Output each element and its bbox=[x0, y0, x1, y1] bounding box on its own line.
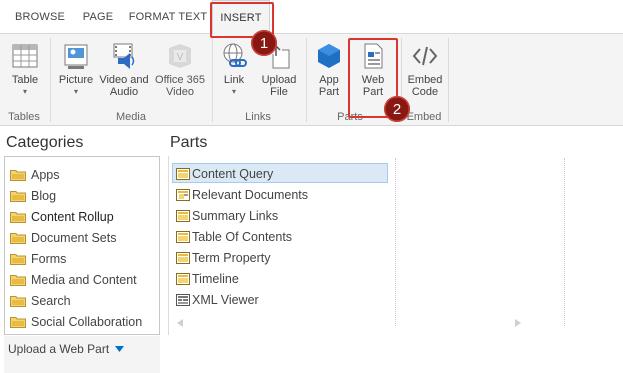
embed-code-button[interactable]: Embed Code bbox=[405, 42, 445, 98]
table-dropdown-icon: ▾ bbox=[22, 87, 27, 96]
folder-icon bbox=[10, 253, 26, 265]
group-label-embed: Embed bbox=[406, 111, 442, 123]
group-separator bbox=[212, 38, 213, 122]
category-item-search[interactable]: Search bbox=[10, 291, 71, 310]
ribbon-tabs: BROWSE PAGE FORMAT TEXT INSERT bbox=[0, 0, 623, 34]
web-part-item-icon bbox=[176, 230, 190, 243]
web-part-item-icon bbox=[176, 251, 190, 264]
tab-page[interactable]: PAGE bbox=[74, 0, 122, 34]
table-icon bbox=[12, 44, 38, 68]
picture-dropdown-icon: ▾ bbox=[73, 87, 78, 96]
part-label: Term Property bbox=[192, 250, 271, 265]
link-icon bbox=[223, 43, 247, 67]
app-part-label: App Part bbox=[318, 74, 340, 98]
folder-icon bbox=[10, 274, 26, 286]
link-label: Link bbox=[223, 74, 245, 86]
parts-heading: Parts bbox=[170, 134, 208, 151]
video-audio-label: Video and Audio bbox=[99, 74, 149, 98]
upload-bar: Upload a Web Part bbox=[4, 336, 160, 373]
upload-web-part-link[interactable]: Upload a Web Part bbox=[8, 342, 125, 356]
category-label: Social Collaboration bbox=[31, 314, 143, 329]
folder-icon bbox=[10, 169, 26, 181]
group-separator bbox=[448, 38, 449, 122]
part-item-table-of-contents[interactable]: Table Of Contents bbox=[176, 227, 292, 246]
tab-format-text[interactable]: FORMAT TEXT bbox=[124, 0, 212, 34]
group-separator bbox=[306, 38, 307, 122]
group-separator bbox=[50, 38, 51, 122]
web-part-item-icon bbox=[176, 209, 190, 222]
part-label: Relevant Documents bbox=[192, 187, 309, 202]
categories-heading: Categories bbox=[6, 134, 84, 151]
scroll-left-arrow-icon[interactable] bbox=[175, 318, 185, 328]
group-label-links: Links bbox=[245, 111, 271, 123]
callout-badge-1: 1 bbox=[251, 30, 277, 56]
table-button[interactable]: Table ▾ bbox=[8, 42, 42, 98]
embed-code-label: Embed Code bbox=[407, 74, 443, 98]
picture-label: Picture bbox=[58, 74, 94, 86]
link-button[interactable]: Link ▾ bbox=[216, 42, 252, 98]
part-item-summary-links[interactable]: Summary Links bbox=[176, 206, 278, 225]
video-audio-button[interactable]: Video and Audio bbox=[98, 42, 150, 98]
category-item-forms[interactable]: Forms bbox=[10, 249, 66, 268]
category-label: Search bbox=[31, 293, 71, 308]
web-part-item-icon bbox=[176, 272, 190, 285]
category-label: Forms bbox=[31, 251, 67, 266]
app-part-icon bbox=[318, 44, 340, 68]
category-item-apps[interactable]: Apps bbox=[10, 165, 60, 184]
part-label: Timeline bbox=[192, 271, 239, 286]
part-item-relevant-documents[interactable]: Relevant Documents bbox=[176, 185, 308, 204]
category-label: Blog bbox=[31, 188, 57, 203]
caret-down-icon bbox=[115, 346, 125, 352]
category-label: Apps bbox=[31, 167, 60, 182]
svg-text:V: V bbox=[177, 52, 184, 63]
folder-icon bbox=[10, 316, 26, 328]
picture-button[interactable]: Picture ▾ bbox=[56, 42, 96, 98]
category-item-social-collaboration[interactable]: Social Collaboration bbox=[10, 312, 142, 331]
picture-icon bbox=[64, 44, 88, 69]
folder-icon bbox=[10, 190, 26, 202]
app-part-button[interactable]: App Part bbox=[312, 42, 346, 98]
part-item-term-property[interactable]: Term Property bbox=[176, 248, 271, 267]
table-label: Table bbox=[11, 74, 39, 86]
office365-video-label: Office 365 Video bbox=[155, 74, 205, 98]
part-item-timeline[interactable]: Timeline bbox=[176, 269, 239, 288]
upload-file-label: Upload File bbox=[261, 74, 297, 98]
part-label: Summary Links bbox=[192, 208, 279, 223]
group-label-media: Media bbox=[116, 111, 146, 123]
group-label-tables: Tables bbox=[8, 111, 40, 123]
category-item-content-rollup[interactable]: Content Rollup bbox=[10, 207, 114, 226]
part-label: Content Query bbox=[192, 166, 274, 181]
web-part-item-icon bbox=[176, 167, 190, 180]
office365-video-icon: V bbox=[169, 44, 191, 68]
embed-code-icon bbox=[412, 46, 438, 66]
category-label: Media and Content bbox=[31, 272, 137, 287]
ribbon: Table ▾ Tables Picture ▾ Video and Audio… bbox=[0, 34, 623, 126]
part-label: Table Of Contents bbox=[192, 229, 293, 244]
web-part-item-icon bbox=[176, 293, 190, 306]
folder-icon bbox=[10, 232, 26, 244]
scroll-right-arrow-icon[interactable] bbox=[513, 318, 523, 328]
category-item-media-and-content[interactable]: Media and Content bbox=[10, 270, 137, 289]
folder-icon bbox=[10, 295, 26, 307]
category-item-blog[interactable]: Blog bbox=[10, 186, 56, 205]
category-label: Document Sets bbox=[31, 230, 117, 245]
part-item-content-query[interactable]: Content Query bbox=[176, 164, 273, 183]
callout-badge-2: 2 bbox=[384, 96, 410, 122]
web-part-item-icon bbox=[176, 188, 190, 201]
tab-browse[interactable]: BROWSE bbox=[8, 0, 72, 34]
category-label: Content Rollup bbox=[31, 209, 114, 224]
video-audio-icon bbox=[113, 43, 135, 69]
preview-area bbox=[395, 158, 565, 326]
folder-icon bbox=[10, 211, 26, 223]
part-label: XML Viewer bbox=[192, 292, 259, 307]
part-item-xml-viewer[interactable]: XML Viewer bbox=[176, 290, 259, 309]
parts-list: Content Query Relevant Documents Summary… bbox=[168, 156, 623, 335]
categories-list: Apps Blog Content Rollup Document Sets F… bbox=[4, 156, 160, 335]
category-item-document-sets[interactable]: Document Sets bbox=[10, 228, 116, 247]
link-dropdown-icon: ▾ bbox=[231, 87, 236, 96]
upload-web-part-label: Upload a Web Part bbox=[8, 342, 110, 356]
office365-video-button[interactable]: V Office 365 Video bbox=[152, 42, 208, 98]
